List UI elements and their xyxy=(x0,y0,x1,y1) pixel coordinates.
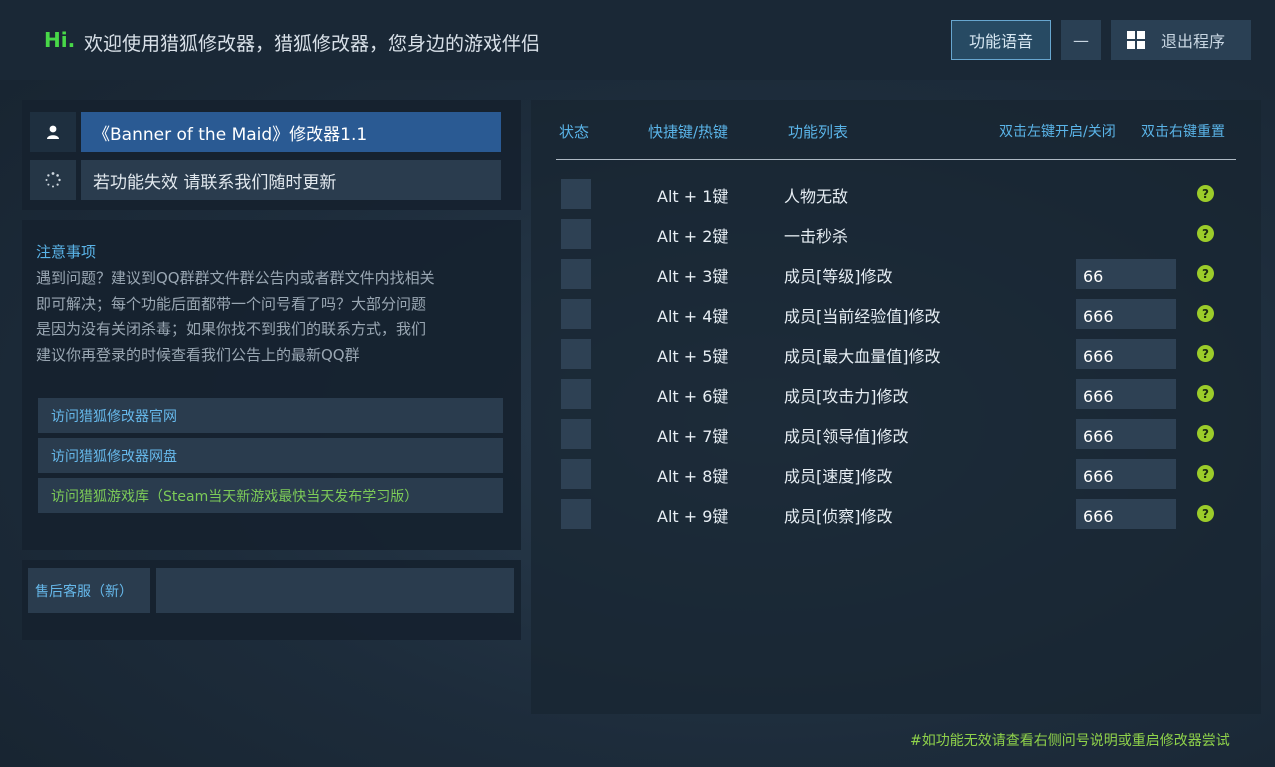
hotkey-label: Alt + 9键 xyxy=(657,507,729,526)
trainer-title: 《Banner of the Maid》修改器1.1 xyxy=(81,112,501,152)
column-hotkey: 快捷键/热键 xyxy=(648,123,729,141)
help-icon[interactable]: ? xyxy=(1197,305,1214,322)
help-icon[interactable]: ? xyxy=(1197,185,1214,202)
welcome-text: 欢迎使用猎狐修改器，猎狐修改器，您身边的游戏伴侣 xyxy=(84,33,541,55)
help-icon[interactable]: ? xyxy=(1197,425,1214,442)
customer-service-button[interactable]: 售后客服（新） xyxy=(28,568,150,613)
app-window: Hi. 欢迎使用猎狐修改器，猎狐修改器，您身边的游戏伴侣 功能语音 — 退出程序… xyxy=(0,0,1275,767)
column-features: 功能列表 xyxy=(788,123,849,141)
value-input[interactable]: 666 xyxy=(1076,299,1176,329)
feature-name: 成员[当前经验值]修改 xyxy=(784,307,941,326)
header-bar: Hi. 欢迎使用猎狐修改器，猎狐修改器，您身边的游戏伴侣 功能语音 — 退出程序 xyxy=(0,0,1275,80)
status-toggle[interactable] xyxy=(561,379,591,409)
minimize-icon: — xyxy=(1073,30,1089,50)
feature-row[interactable]: Alt + 3键 成员[等级]修改 66? xyxy=(0,259,1275,289)
voice-button[interactable]: 功能语音 xyxy=(951,20,1051,60)
help-icon[interactable]: ? xyxy=(1197,225,1214,242)
feature-row[interactable]: Alt + 4键 成员[当前经验值]修改 666? xyxy=(0,299,1275,329)
feature-row[interactable]: Alt + 6键 成员[攻击力]修改 666? xyxy=(0,379,1275,409)
feature-row[interactable]: Alt + 1键 人物无敌? xyxy=(0,179,1275,209)
status-toggle[interactable] xyxy=(561,179,591,209)
exit-button[interactable]: 退出程序 xyxy=(1111,20,1251,60)
hotkey-label: Alt + 3键 xyxy=(657,267,729,286)
value-input[interactable]: 66 xyxy=(1076,259,1176,289)
feature-row[interactable]: Alt + 8键 成员[速度]修改 666? xyxy=(0,459,1275,489)
feature-row[interactable]: Alt + 2键 一击秒杀? xyxy=(0,219,1275,249)
value-input[interactable]: 666 xyxy=(1076,499,1176,529)
help-icon[interactable]: ? xyxy=(1197,345,1214,362)
hotkey-label: Alt + 8键 xyxy=(657,467,729,486)
status-toggle[interactable] xyxy=(561,499,591,529)
user-icon xyxy=(30,112,76,152)
feature-row[interactable]: Alt + 9键 成员[侦察]修改 666? xyxy=(0,499,1275,529)
feature-name: 成员[侦察]修改 xyxy=(784,507,893,526)
status-toggle[interactable] xyxy=(561,459,591,489)
feature-row[interactable]: Alt + 5键 成员[最大血量值]修改 666? xyxy=(0,339,1275,369)
feature-name: 一击秒杀 xyxy=(784,227,849,246)
footer-note: #如功能无效请查看右侧问号说明或重启修改器尝试 xyxy=(910,733,1230,749)
status-toggle[interactable] xyxy=(561,419,591,449)
hotkey-label: Alt + 5键 xyxy=(657,347,729,366)
feature-name: 成员[领导值]修改 xyxy=(784,427,909,446)
help-icon[interactable]: ? xyxy=(1197,265,1214,282)
value-input[interactable]: 666 xyxy=(1076,419,1176,449)
hotkey-label: Alt + 6键 xyxy=(657,387,729,406)
windows-icon xyxy=(1127,31,1145,49)
help-icon[interactable]: ? xyxy=(1197,465,1214,482)
header-divider xyxy=(556,159,1236,160)
feature-name: 人物无敌 xyxy=(784,187,849,206)
value-input[interactable]: 666 xyxy=(1076,379,1176,409)
hotkey-label: Alt + 4键 xyxy=(657,307,729,326)
feature-name: 成员[等级]修改 xyxy=(784,267,893,286)
help-icon[interactable]: ? xyxy=(1197,505,1214,522)
feature-row[interactable]: Alt + 7键 成员[领导值]修改 666? xyxy=(0,419,1275,449)
hotkey-label: Alt + 7键 xyxy=(657,427,729,446)
status-toggle[interactable] xyxy=(561,219,591,249)
value-input[interactable]: 666 xyxy=(1076,339,1176,369)
value-input[interactable]: 666 xyxy=(1076,459,1176,489)
trainer-title-row: 《Banner of the Maid》修改器1.1 xyxy=(30,112,501,152)
status-toggle[interactable] xyxy=(561,299,591,329)
status-toggle[interactable] xyxy=(561,259,591,289)
column-status: 状态 xyxy=(559,123,590,141)
customer-service-field[interactable] xyxy=(156,568,514,613)
help-icon[interactable]: ? xyxy=(1197,385,1214,402)
feature-name: 成员[攻击力]修改 xyxy=(784,387,909,406)
minimize-button[interactable]: — xyxy=(1061,20,1101,60)
voice-button-label: 功能语音 xyxy=(968,32,1033,51)
feature-name: 成员[最大血量值]修改 xyxy=(784,347,941,366)
feature-name: 成员[速度]修改 xyxy=(784,467,893,486)
toggle-hint: 双击左键开启/关闭 xyxy=(999,124,1116,140)
greeting-hi: Hi. xyxy=(44,28,76,52)
reset-hint: 双击右键重置 xyxy=(1141,124,1225,140)
hotkey-label: Alt + 1键 xyxy=(657,187,729,206)
exit-button-label: 退出程序 xyxy=(1161,32,1226,51)
hotkey-label: Alt + 2键 xyxy=(657,227,729,246)
status-toggle[interactable] xyxy=(561,339,591,369)
